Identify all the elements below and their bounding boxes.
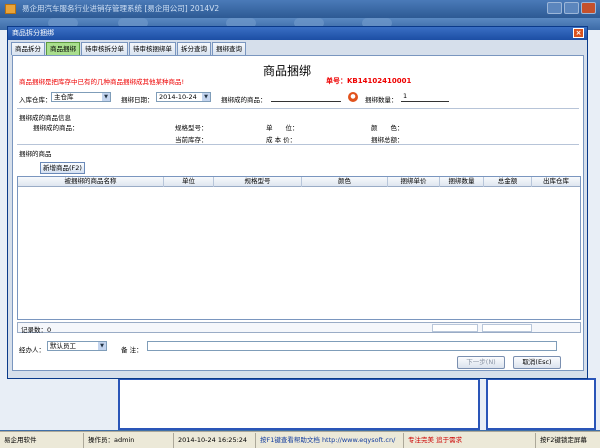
section-bundled-items: 捆绑的商品 [19,150,52,158]
items-grid[interactable]: 被捆绑的商品名称 单位 规格型号 颜色 捆绑单价 捆绑数量 总金额 出库仓库 [17,176,581,320]
divider [17,144,579,145]
tab-split[interactable]: 商品拆分 [11,42,45,55]
warehouse-label: 入库仓库： [19,96,52,104]
status-lock: 按F2键锁定屏幕 [540,436,587,444]
tab-pending-split[interactable]: 待审核拆分单 [81,42,128,55]
chevron-down-icon[interactable]: ▼ [98,342,106,350]
search-icon[interactable]: ● [348,92,358,102]
divider [17,108,579,109]
bundle-dialog: 商品拆分捆绑 × 商品拆分 商品捆绑 待审核拆分单 待审核捆绑单 拆分查询 捆绑… [7,26,588,379]
grid-header: 被捆绑的商品名称 单位 规格型号 颜色 捆绑单价 捆绑数量 总金额 出库仓库 [18,177,580,187]
warning-text: 商品捆绑是把库存中已有的几种商品捆绑成其他某种商品! [19,78,185,86]
grid-footer: 记录数：0 [17,322,581,334]
product-label: 捆绑成的商品： [221,96,267,104]
add-product-button[interactable]: 新增商品(F2) [40,162,85,174]
app-close-icon[interactable] [581,2,596,14]
status-datetime: 2014-10-24 16:25:24 [174,433,256,448]
cancel-button[interactable]: 取消(Esc) [513,356,561,369]
info-stock-label: 当前库存： [175,136,208,144]
tab-bundle-query[interactable]: 捆绑查询 [212,42,246,55]
close-icon[interactable]: × [573,28,584,38]
next-button[interactable]: 下一步(N) [457,356,505,369]
record-count: 记录数：0 [21,326,52,334]
chevron-down-icon[interactable]: ▼ [202,93,210,101]
chevron-down-icon[interactable]: ▼ [102,93,110,101]
handler-label: 经办人： [19,346,45,354]
warehouse-select[interactable]: 主仓库 ▼ [51,92,111,102]
tab-strip: 商品拆分 商品捆绑 待审核拆分单 待审核捆绑单 拆分查询 捆绑查询 [11,42,247,55]
footer-summary-box [482,324,532,332]
status-slogan: 专注完美 追于需求 [404,433,536,448]
handler-value: 默认员工 [50,342,76,350]
warehouse-value: 主仓库 [54,93,74,101]
status-help: 按F1键查看帮助文档 http://www.eqysoft.cn/ [256,433,404,448]
qty-label: 捆绑数量： [365,96,398,104]
dialog-title: 商品拆分捆绑 [12,29,54,37]
product-input[interactable] [271,92,341,102]
qty-input[interactable]: 1 [401,92,449,102]
bundle-panel: 商品捆绑 商品捆绑是把库存中已有的几种商品捆绑成其他某种商品! 单号：KB141… [12,55,584,371]
info-product-label: 捆绑成的商品： [33,124,79,132]
col-quantity[interactable]: 捆绑数量 [440,177,484,187]
background-panel [118,378,480,430]
app-logo-icon [5,4,16,14]
col-unit-price[interactable]: 捆绑单价 [388,177,440,187]
info-spec-label: 规格型号： [175,124,208,132]
dialog-titlebar: 商品拆分捆绑 [8,27,587,40]
date-value: 2014-10-24 [159,93,197,101]
remark-input[interactable] [147,341,557,351]
maximize-icon[interactable] [564,2,579,14]
date-picker[interactable]: 2014-10-24 ▼ [156,92,211,102]
remark-label: 备 注： [121,346,143,354]
col-total[interactable]: 总金额 [484,177,532,187]
order-number: 单号：KB14102410001 [326,77,412,85]
tab-split-query[interactable]: 拆分查询 [177,42,211,55]
app-titlebar: 易企用汽车服务行业进销存管理系统 [易企用公司] 2014V2 [0,0,600,18]
info-cost-label: 成 本 价： [266,136,297,144]
info-total-label: 捆绑总额： [371,136,404,144]
status-software: 易企用软件 [0,433,84,448]
col-spec[interactable]: 规格型号 [214,177,302,187]
app-title: 易企用汽车服务行业进销存管理系统 [易企用公司] 2014V2 [22,4,220,13]
status-operator: 操作员：admin [84,433,174,448]
status-bar: 易企用软件 操作员：admin 2014-10-24 16:25:24 按F1键… [0,431,600,448]
page-title: 商品捆绑 [263,64,312,78]
minimize-icon[interactable] [547,2,562,14]
tab-pending-bundle[interactable]: 待审核捆绑单 [129,42,176,55]
col-product-name[interactable]: 被捆绑的商品名称 [18,177,164,187]
date-label: 捆绑日期： [121,96,154,104]
info-color-label: 颜 色： [371,124,404,132]
handler-select[interactable]: 默认员工 ▼ [47,341,107,351]
section-product-info: 捆绑成的商品信息 [19,114,71,122]
background-panel [486,378,596,430]
col-warehouse[interactable]: 出库仓库 [532,177,580,187]
col-color[interactable]: 颜色 [302,177,388,187]
info-unit-label: 单 位： [266,124,299,132]
col-unit[interactable]: 单位 [164,177,214,187]
footer-summary-box [432,324,478,332]
tab-bundle[interactable]: 商品捆绑 [46,42,80,55]
